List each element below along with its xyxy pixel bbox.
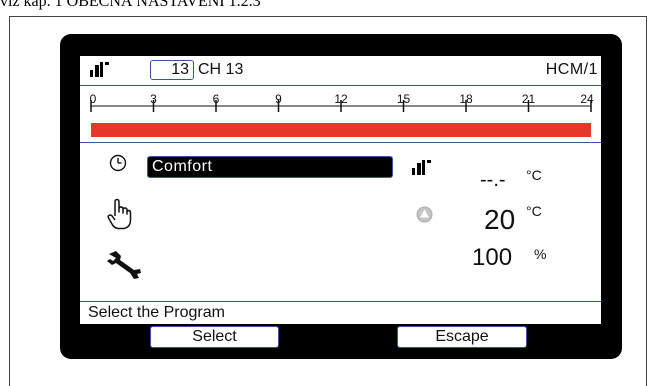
hand-icon[interactable] [106,198,134,230]
timeline-tick-label: 24 [580,92,594,106]
setpoint-temperature-unit: °C [526,203,542,219]
channel-name: CH 13 [198,61,244,78]
controller-screen: 13 CH 13 HCM/1 0 3 6 9 12 15 18 21 24 Comfort --… [80,56,601,324]
measured-temperature-unit: °C [526,167,542,183]
program-select-field[interactable]: Comfort [147,156,393,178]
select-button[interactable]: Select [150,326,279,348]
clock-icon [109,154,127,172]
output-percentage-unit: % [534,246,547,262]
timeline-tick-label: 12 [334,92,348,106]
timeline-tick-label: 18 [459,92,473,106]
radiator-icon [412,160,431,175]
radiator-icon [90,62,109,77]
measured-temperature: --.- [480,169,506,191]
timeline-tick-label: 21 [521,92,536,106]
timeline-tick-label: 6 [212,92,220,106]
timeline-divider [80,142,601,143]
timeline-tick-label: 15 [396,92,411,106]
timeline-tick-label: 0 [89,92,97,106]
timeline-tick-label: 3 [150,92,157,106]
pump-icon [416,206,433,223]
output-percentage: 100 [472,244,513,271]
setpoint-temperature: 20 [484,204,516,235]
escape-button[interactable]: Escape [397,326,527,348]
document-caption: viz kap. 1 OBECNÁ NASTAVENÍ 1.2.3 [0,0,261,10]
wrench-icon[interactable] [106,250,142,280]
status-message: Select the Program [88,304,225,321]
timeline-tick-label: 9 [275,92,282,106]
channel-number-field[interactable]: 13 [150,60,194,80]
program-timeline-bar [91,123,591,137]
status-divider [80,301,601,302]
module-label: HCM/1 [545,61,598,78]
